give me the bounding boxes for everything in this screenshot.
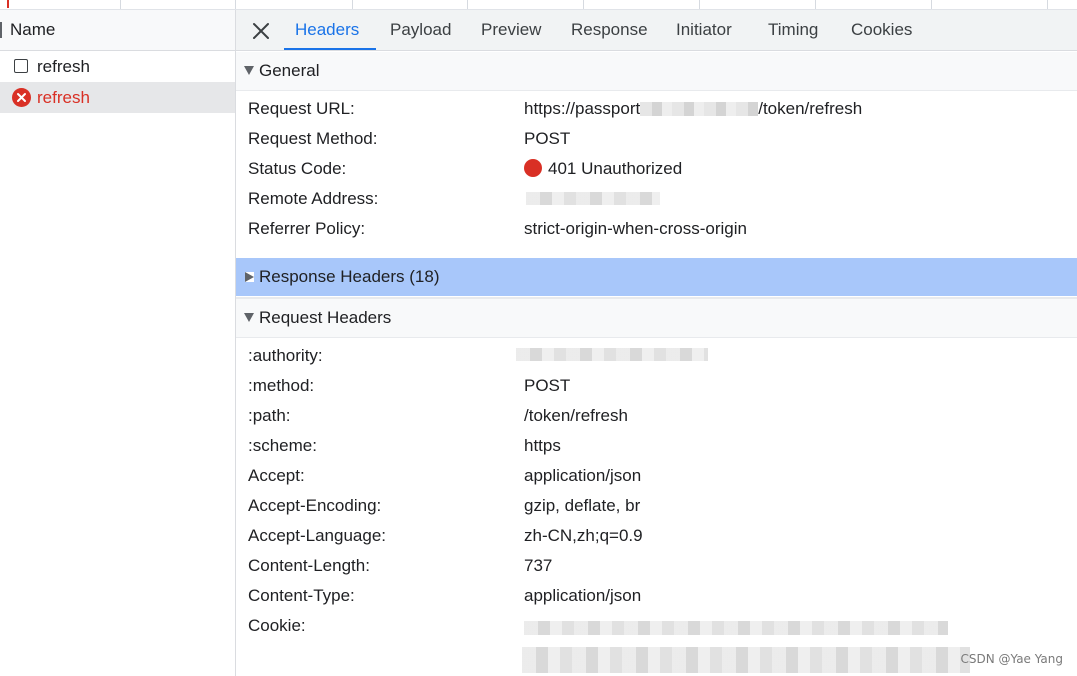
request-list-panel: Name refresh refresh bbox=[0, 10, 236, 676]
header-value: https bbox=[524, 436, 561, 455]
header-value: 737 bbox=[524, 556, 553, 575]
triangle-down-icon bbox=[244, 66, 254, 75]
status-code-value: 401 Unauthorized bbox=[524, 159, 682, 179]
header-value: /token/refresh bbox=[524, 406, 628, 425]
triangle-right-icon bbox=[245, 272, 254, 282]
status-error-icon bbox=[524, 159, 542, 177]
request-name: refresh bbox=[37, 57, 90, 76]
url-end: /token/refresh bbox=[758, 99, 863, 118]
header-key: Request URL: bbox=[248, 99, 355, 118]
header-key: Content-Type: bbox=[248, 586, 355, 605]
header-value: POST bbox=[524, 376, 571, 395]
timeline-tick bbox=[235, 0, 236, 9]
header-value: strict-origin-when-cross-origin bbox=[524, 219, 747, 238]
request-details-panel: Headers Payload Preview Response Initiat… bbox=[236, 10, 1077, 676]
tab-headers[interactable]: Headers bbox=[295, 20, 359, 40]
section-title: Response Headers (18) bbox=[259, 267, 440, 286]
tab-cookies[interactable]: Cookies bbox=[851, 20, 912, 40]
redacted-block bbox=[524, 621, 948, 635]
checkbox-icon[interactable] bbox=[14, 59, 28, 73]
header-value: zh-CN,zh;q=0.9 bbox=[524, 526, 643, 545]
watermark: CSDN @Yae Yang bbox=[960, 652, 1063, 666]
tab-preview[interactable]: Preview bbox=[481, 20, 541, 40]
general-section-header[interactable]: General bbox=[236, 52, 1077, 91]
tab-initiator[interactable]: Initiator bbox=[676, 20, 732, 40]
header-key: Request Method: bbox=[248, 129, 378, 148]
status-text: 401 Unauthorized bbox=[548, 159, 683, 178]
header-key: Accept-Encoding: bbox=[248, 496, 382, 515]
header-key: :path: bbox=[248, 406, 291, 425]
header-key: :scheme: bbox=[248, 436, 317, 455]
section-title: Request Headers bbox=[259, 308, 392, 327]
timeline-strip bbox=[0, 0, 1077, 10]
request-list-header[interactable]: Name bbox=[0, 10, 235, 51]
request-headers-section-header[interactable]: Request Headers bbox=[236, 299, 1077, 338]
header-key: Referrer Policy: bbox=[248, 219, 366, 238]
section-title: General bbox=[259, 61, 320, 80]
header-key: Accept-Language: bbox=[248, 526, 386, 545]
timeline-tick bbox=[120, 0, 121, 9]
timeline-tick bbox=[931, 0, 932, 9]
timeline-marker bbox=[7, 0, 9, 8]
tab-response[interactable]: Response bbox=[571, 20, 648, 40]
tab-payload[interactable]: Payload bbox=[390, 20, 451, 40]
request-row-selected[interactable]: refresh bbox=[0, 82, 235, 113]
timeline-tick bbox=[699, 0, 700, 9]
header-key: Content-Length: bbox=[248, 556, 370, 575]
request-row[interactable]: refresh bbox=[0, 51, 235, 82]
error-icon bbox=[12, 88, 31, 107]
timeline-tick bbox=[583, 0, 584, 9]
close-icon[interactable] bbox=[250, 20, 272, 42]
header-key: Cookie: bbox=[248, 616, 306, 635]
header-key: Remote Address: bbox=[248, 189, 379, 208]
response-headers-section-header[interactable]: Response Headers (18) bbox=[236, 258, 1077, 296]
header-value: gzip, deflate, br bbox=[524, 496, 641, 515]
tab-timing[interactable]: Timing bbox=[768, 20, 818, 40]
header-key: :method: bbox=[248, 376, 315, 395]
header-key: Accept: bbox=[248, 466, 305, 485]
redacted-block bbox=[516, 348, 708, 361]
request-url-value: https://passport/token/refresh bbox=[524, 99, 862, 119]
header-value: application/json bbox=[524, 586, 642, 605]
redacted-block bbox=[526, 192, 660, 205]
timeline-tick bbox=[352, 0, 353, 9]
redacted-block bbox=[522, 647, 970, 673]
redacted-block bbox=[640, 102, 759, 116]
timeline-tick bbox=[1047, 0, 1048, 9]
details-tabbar: Headers Payload Preview Response Initiat… bbox=[236, 10, 1077, 51]
header-key: :authority: bbox=[248, 346, 323, 365]
active-tab-indicator bbox=[284, 48, 376, 50]
header-key: Status Code: bbox=[248, 159, 347, 178]
url-start: https://passport bbox=[524, 99, 641, 118]
header-value: application/json bbox=[524, 466, 642, 485]
timeline-tick bbox=[467, 0, 468, 9]
header-value: POST bbox=[524, 129, 571, 148]
column-divider bbox=[0, 22, 2, 38]
name-column-header: Name bbox=[10, 20, 56, 39]
triangle-down-icon bbox=[244, 313, 254, 322]
timeline-tick bbox=[815, 0, 816, 9]
request-name: refresh bbox=[37, 88, 90, 107]
